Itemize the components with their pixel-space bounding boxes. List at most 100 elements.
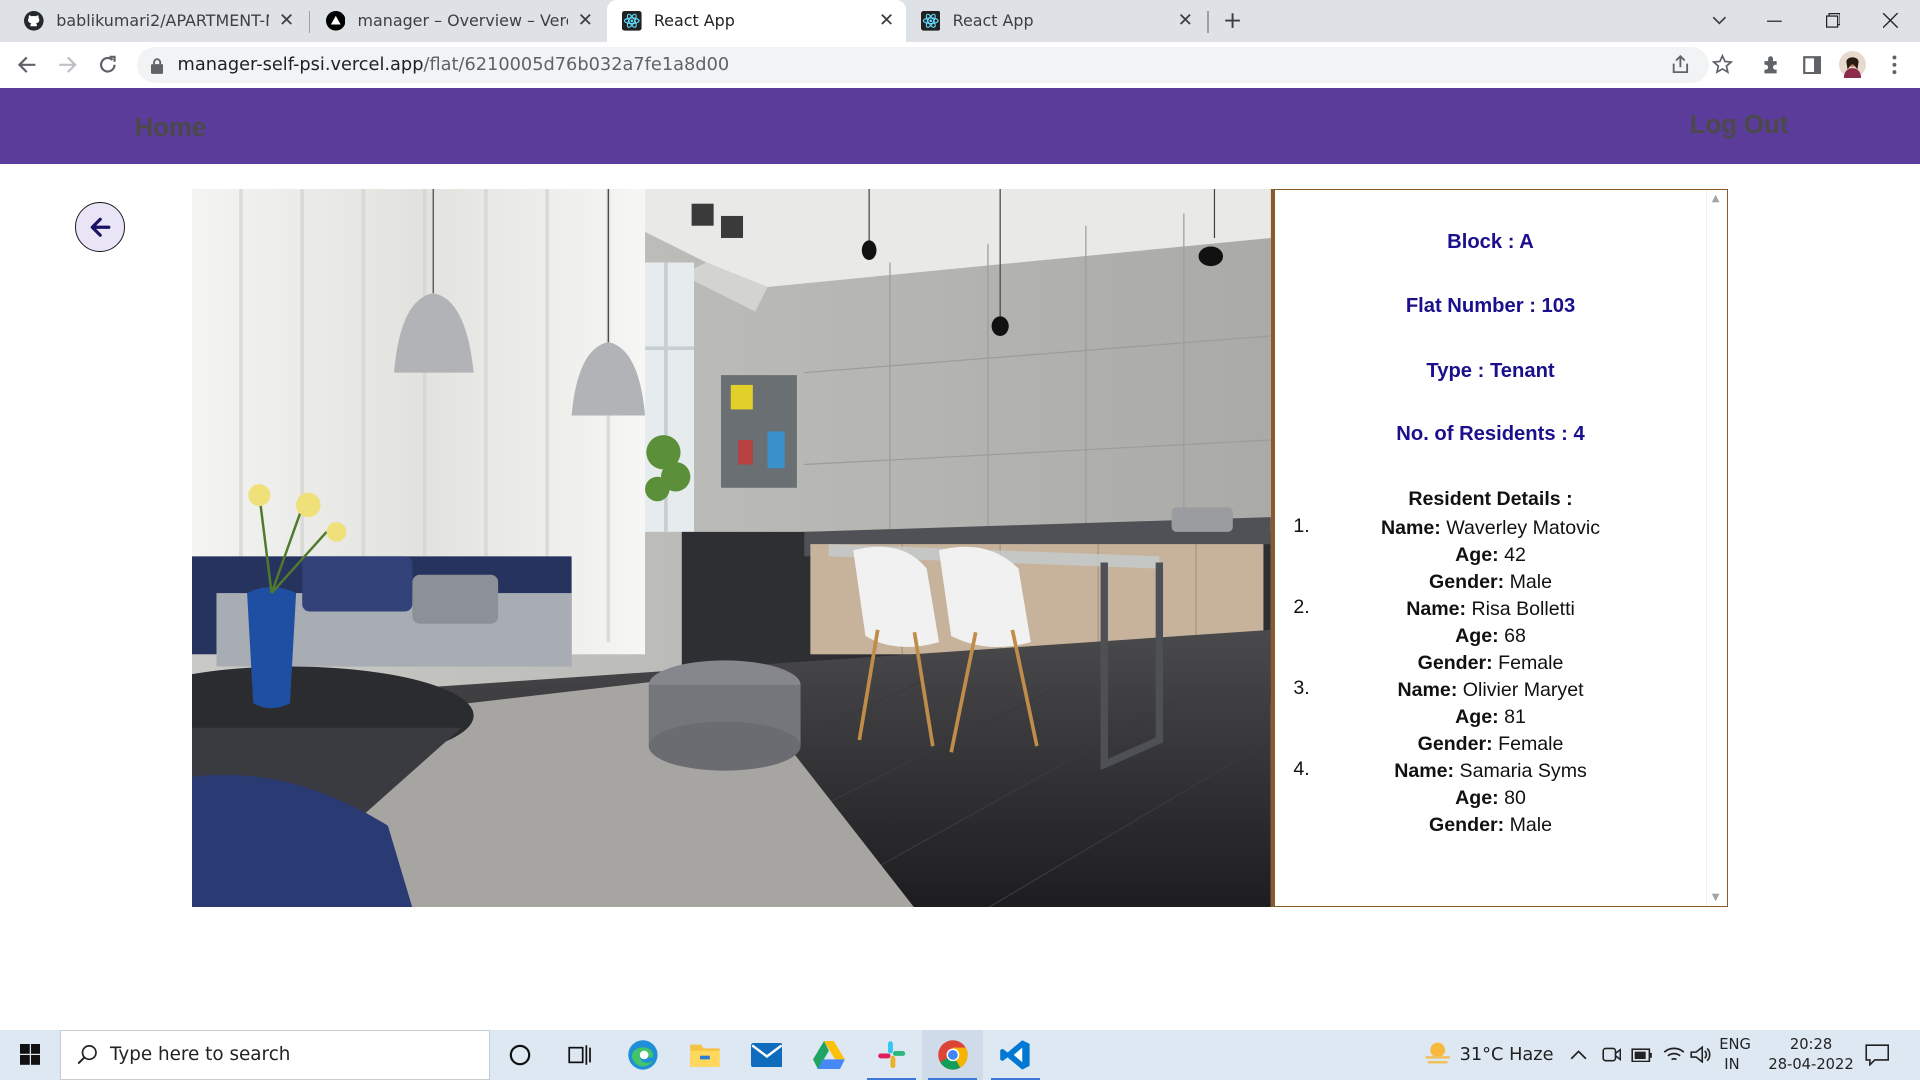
windows-start-icon[interactable] <box>0 1030 60 1080</box>
resident-name: Samaria Syms <box>1459 759 1587 782</box>
flat-interior-photo <box>192 188 1272 908</box>
close-tab-icon[interactable]: ✕ <box>877 11 897 31</box>
wifi-icon[interactable] <box>1663 1030 1685 1080</box>
close-window-icon[interactable] <box>1862 0 1918 42</box>
search-placeholder: Type here to search <box>109 1044 291 1066</box>
gender-label: Gender: <box>1417 651 1493 674</box>
name-label: Name: <box>1394 759 1455 782</box>
age-label: Age: <box>1455 625 1499 648</box>
browser-menu-kebab-icon[interactable] <box>1876 47 1913 84</box>
chrome-browser-icon[interactable] <box>922 1029 984 1080</box>
resident-number: 4. <box>1293 757 1310 780</box>
age-label: Age: <box>1455 705 1499 728</box>
browser-toolbar: manager-self-psi.vercel.app/flat/6210005… <box>0 41 1920 89</box>
language-bottom: IN <box>1724 1055 1740 1073</box>
meet-now-icon[interactable] <box>1602 1030 1622 1080</box>
resident-name: Risa Bolletti <box>1471 598 1575 621</box>
bookmark-star-icon[interactable] <box>1711 53 1734 80</box>
name-label: Name: <box>1406 598 1467 621</box>
scroll-down-arrow-icon[interactable]: ▼ <box>1712 892 1720 903</box>
resident-item: 3. Name: Olivier Maryet Age: 81 Gender: … <box>1275 677 1706 758</box>
google-drive-icon[interactable] <box>798 1030 859 1080</box>
close-tab-icon[interactable]: ✕ <box>1176 11 1196 31</box>
tab-vercel[interactable]: manager – Overview – Vercel ✕ <box>311 0 605 42</box>
cortana-circle-icon[interactable] <box>490 1030 551 1080</box>
extensions-puzzle-icon[interactable] <box>1753 47 1790 84</box>
screen: bablikumari2/APARTMENT-MAN ✕ manager – O… <box>0 0 1920 1080</box>
windows-taskbar: Type here to search 31°C Haze ENG IN 20:… <box>0 1029 1920 1080</box>
resident-name: Waverley Matovic <box>1446 517 1601 540</box>
resident-details-title: Resident Details : <box>1408 488 1573 511</box>
show-hidden-icons-chevron-up-icon[interactable] <box>1570 1030 1587 1080</box>
scroll-up-arrow-icon[interactable]: ▲ <box>1712 193 1720 204</box>
resident-gender: Female <box>1498 651 1564 674</box>
arrow-left-icon <box>90 217 110 237</box>
resident-age: 42 <box>1504 544 1526 567</box>
new-tab-plus-icon[interactable] <box>1205 0 1261 42</box>
nav-home-link[interactable]: Home <box>135 114 206 143</box>
resident-number: 1. <box>1293 515 1310 538</box>
url-text: manager-self-psi.vercel.app/flat/6210005… <box>178 55 730 75</box>
block-label: Block : A <box>1447 231 1534 254</box>
speaker-volume-icon[interactable] <box>1690 1030 1712 1080</box>
vercel-icon <box>325 11 346 31</box>
lock-icon <box>150 56 163 79</box>
name-label: Name: <box>1380 517 1441 540</box>
notifications-icon[interactable] <box>1865 1030 1889 1080</box>
forward-arrow-icon[interactable] <box>49 47 86 84</box>
nav-logout-link[interactable]: Log Out <box>1690 111 1789 140</box>
tab-title: manager – Overview – Vercel <box>357 11 569 31</box>
tab-search-chevron-down-icon[interactable] <box>1691 0 1747 42</box>
task-view-icon[interactable] <box>550 1030 611 1080</box>
mail-envelope-icon[interactable] <box>736 1030 797 1080</box>
taskbar-search-box[interactable]: Type here to search <box>60 1029 490 1080</box>
language-indicator[interactable]: ENG IN <box>1719 1030 1751 1080</box>
file-explorer-folder-icon[interactable] <box>675 1030 736 1080</box>
back-arrow-icon[interactable] <box>9 47 46 84</box>
resident-name: Olivier Maryet <box>1462 678 1584 701</box>
tab-title: bablikumari2/APARTMENT-MAN <box>56 11 269 31</box>
reload-icon[interactable] <box>89 47 126 84</box>
resident-number: 2. <box>1293 596 1310 619</box>
language-top: ENG <box>1719 1036 1751 1054</box>
tab-github[interactable]: bablikumari2/APARTMENT-MAN ✕ <box>0 0 306 42</box>
resident-gender: Male <box>1509 813 1552 836</box>
gender-label: Gender: <box>1429 571 1505 594</box>
url-path: /flat/6210005d76b032a7fe1a8d00 <box>423 55 730 76</box>
close-tab-icon[interactable]: ✕ <box>277 11 297 31</box>
flat-number-label: Flat Number : 103 <box>1405 294 1576 317</box>
address-bar[interactable]: manager-self-psi.vercel.app/flat/6210005… <box>137 46 1734 84</box>
resident-age: 80 <box>1504 786 1526 809</box>
weather-widget[interactable]: 31°C Haze <box>1423 1030 1554 1080</box>
github-icon <box>24 11 45 31</box>
resident-item: 1. Name: Waverley Matovic Age: 42 Gender… <box>1275 515 1706 596</box>
app-navbar: Home Log Out <box>0 88 1920 165</box>
slack-icon[interactable] <box>861 1030 922 1080</box>
resident-age: 68 <box>1504 625 1526 648</box>
vscode-icon[interactable] <box>984 1030 1045 1080</box>
url-host: manager-self-psi.vercel.app <box>177 55 424 76</box>
clock[interactable]: 20:28 28-04-2022 <box>1768 1030 1854 1080</box>
flat-details-panel[interactable]: Block : A Flat Number : 103 Type : Tenan… <box>1271 188 1728 908</box>
tab-react-app[interactable]: React App ✕ <box>906 0 1205 42</box>
restore-icon[interactable] <box>1805 0 1861 42</box>
share-icon[interactable] <box>1670 55 1691 80</box>
side-panel-icon[interactable] <box>1794 47 1831 84</box>
tab-title: React App <box>952 11 1034 31</box>
minimize-icon[interactable] <box>1746 0 1802 42</box>
back-button[interactable] <box>74 202 125 253</box>
battery-icon[interactable] <box>1631 1030 1653 1080</box>
profile-avatar[interactable] <box>1834 47 1871 84</box>
residents-count-label: No. of Residents : 4 <box>1396 423 1585 446</box>
tab-react-app-active[interactable]: React App ✕ <box>607 0 907 42</box>
close-tab-icon[interactable]: ✕ <box>576 11 596 31</box>
weather-text: 31°C Haze <box>1459 1044 1554 1065</box>
clock-time: 20:28 <box>1789 1036 1833 1054</box>
react-icon <box>920 11 941 31</box>
weather-haze-icon <box>1423 1039 1452 1070</box>
name-label: Name: <box>1397 678 1458 701</box>
resident-item: 4. Name: Samaria Syms Age: 80 Gender: Ma… <box>1275 758 1706 839</box>
gender-label: Gender: <box>1417 732 1493 755</box>
panel-scrollbar[interactable]: ▲ ▼ <box>1705 189 1727 907</box>
edge-browser-icon[interactable] <box>612 1030 673 1080</box>
